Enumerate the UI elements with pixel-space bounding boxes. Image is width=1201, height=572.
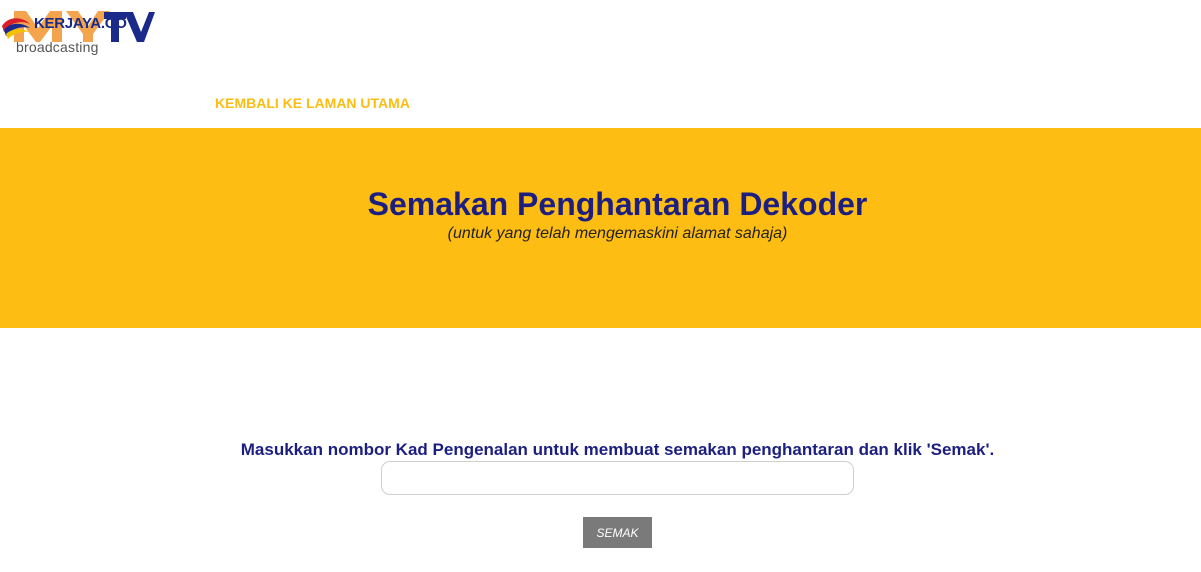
ic-number-input[interactable] (381, 461, 854, 495)
form-instruction: Masukkan nombor Kad Pengenalan untuk mem… (240, 440, 995, 459)
page: KERJAYA.CO broadcasting KEMBALI KE LAMAN… (0, 0, 1201, 572)
logo-brand-top: KERJAYA.CO (34, 15, 127, 32)
page-title: Semakan Penghantaran Dekoder (367, 186, 868, 222)
back-to-home-link[interactable]: KEMBALI KE LAMAN UTAMA (215, 95, 410, 111)
mytv-logo[interactable]: KERJAYA.CO broadcasting (0, 4, 160, 56)
hero-banner: Semakan Penghantaran Dekoder (untuk yang… (0, 128, 1201, 328)
logo-brand-sub: broadcasting (16, 39, 99, 55)
semak-button[interactable]: SEMAK (583, 517, 652, 548)
page-subtitle: (untuk yang telah mengemaskini alamat sa… (447, 225, 788, 242)
